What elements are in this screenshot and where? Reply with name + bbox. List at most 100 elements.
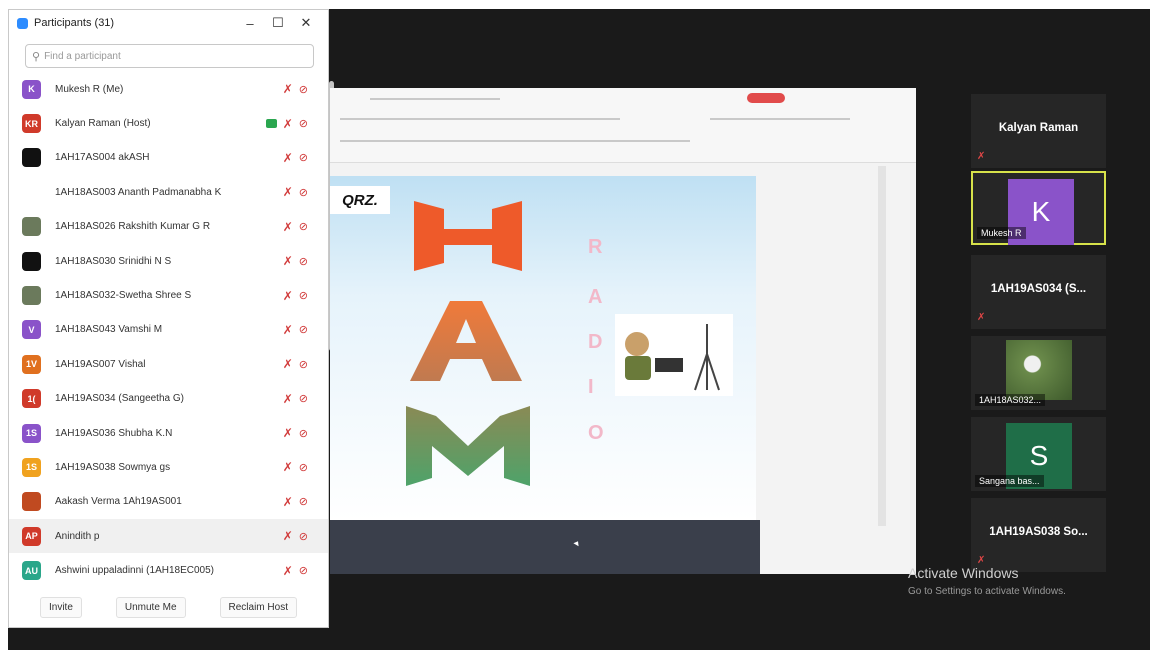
participant-list: K Mukesh R (Me) ✗ ⊘ KR Kalyan Raman (Host) ✗ ⊘ 1… [9, 72, 328, 588]
participant-row[interactable]: AU Ashwini uppaladinni (1AH18EC005) ✗ ⊘ [9, 553, 328, 587]
participant-name: Kalyan Raman (Host) [55, 118, 151, 130]
muted-mic-icon[interactable]: ✗ [283, 151, 293, 165]
video-off-icon[interactable]: ⊘ [299, 495, 308, 508]
participant-row[interactable]: 1S 1AH19AS038 Sowmya gs ✗ ⊘ [9, 450, 328, 484]
screen-share-icon [265, 119, 277, 129]
video-off-icon[interactable]: ⊘ [299, 186, 308, 199]
participant-row[interactable]: V 1AH18AS043 Vamshi M ✗ ⊘ [9, 313, 328, 347]
video-off-icon[interactable]: ⊘ [299, 117, 308, 130]
search-placeholder: Find a participant [44, 50, 121, 62]
video-off-icon[interactable]: ⊘ [299, 220, 308, 233]
muted-mic-icon[interactable]: ✗ [283, 495, 293, 509]
muted-mic-icon[interactable]: ✗ [283, 460, 293, 474]
close-icon[interactable]: ✕ [292, 15, 320, 31]
muted-mic-icon[interactable]: ✗ [283, 289, 293, 303]
document-scrollbar[interactable] [878, 166, 886, 526]
muted-mic-icon[interactable]: ✗ [283, 117, 293, 131]
participant-row[interactable]: Aakash Verma 1Ah19AS001 ✗ ⊘ [9, 485, 328, 519]
doc-red-button[interactable] [747, 93, 785, 103]
video-off-icon[interactable]: ⊘ [299, 392, 308, 405]
participant-status-icons: ✗ ⊘ [283, 220, 308, 234]
ham-letter-h [414, 201, 522, 271]
activate-windows-title: Activate Windows [908, 565, 1019, 581]
muted-mic-icon[interactable]: ✗ [283, 82, 293, 96]
participant-row[interactable]: 1AH18AS032-Swetha Shree S ✗ ⊘ [9, 278, 328, 312]
participant-status-icons: ✗ ⊘ [283, 323, 308, 337]
participant-avatar: K [22, 79, 41, 99]
video-tile[interactable]: 1AH19AS034 (S... ✗ [971, 255, 1106, 329]
participant-status-icons: ✗ ⊘ [283, 254, 308, 268]
video-tile[interactable]: S Sangana bas... [971, 417, 1106, 491]
unmute-me-button[interactable]: Unmute Me [115, 596, 186, 618]
search-icon: ⚲ [32, 50, 41, 63]
video-tile[interactable]: 1AH19AS038 So... ✗ [971, 498, 1106, 572]
participant-row[interactable]: AP Anindith p ✗ ⊘ [9, 519, 328, 554]
muted-mic-icon: ✗ [977, 151, 986, 162]
reclaim-host-button[interactable]: Reclaim Host [219, 596, 297, 618]
participant-name: Ashwini uppaladinni (1AH18EC005) [55, 565, 214, 577]
radio-letter-a: A [588, 286, 603, 308]
muted-mic-icon[interactable]: ✗ [283, 426, 293, 440]
muted-mic-icon[interactable]: ✗ [283, 529, 293, 543]
video-tile[interactable]: Kalyan Raman ✗ [971, 94, 1106, 168]
muted-mic-icon[interactable]: ✗ [283, 392, 293, 406]
participant-row[interactable]: K Mukesh R (Me) ✗ ⊘ [9, 72, 328, 106]
video-tile-name: 1AH19AS038 So... [989, 526, 1088, 538]
participant-name: 1AH18AS032-Swetha Shree S [55, 290, 192, 302]
participant-name: 1AH19AS038 Sowmya gs [55, 461, 171, 473]
video-off-icon[interactable]: ⊘ [299, 461, 308, 474]
participant-avatar: 1V [22, 354, 41, 374]
participant-row[interactable]: 1(1AH19AS034 (Sangeetha G) ✗ ⊘ [9, 382, 328, 416]
participant-status-icons: ✗ ⊘ [283, 426, 308, 440]
participant-row[interactable]: KR Kalyan Raman (Host) ✗ ⊘ [9, 106, 328, 140]
participant-row[interactable]: 1AH18AS003 Ananth Padmanabha K ✗ ⊘ [9, 175, 328, 209]
participant-row[interactable]: 1V 1AH19AS007 Vishal ✗ ⊘ [9, 347, 328, 381]
panel-title: Participants (31) [34, 17, 115, 29]
video-off-icon[interactable]: ⊘ [299, 83, 308, 96]
video-off-icon[interactable]: ⊘ [299, 151, 308, 164]
video-tile-label: Sangana bas... [975, 475, 1044, 487]
participant-row[interactable]: 1S 1AH19AS036 Shubha K.N ✗ ⊘ [9, 416, 328, 450]
participant-avatar: 1S [22, 457, 41, 477]
minimize-icon[interactable]: – [236, 16, 264, 31]
video-tile-name: Kalyan Raman [998, 122, 1079, 134]
participant-search-input[interactable]: ⚲ Find a participant [25, 44, 314, 68]
video-off-icon[interactable]: ⊘ [299, 255, 308, 268]
video-tile[interactable]: 1AH18AS032... [971, 336, 1106, 410]
participant-name: Mukesh R (Me) [55, 83, 124, 95]
radio-operator-image [615, 314, 733, 396]
video-tile-label: Mukesh R [977, 227, 1026, 239]
muted-mic-icon[interactable]: ✗ [283, 357, 293, 371]
participant-avatar: AP [22, 526, 41, 546]
invite-button[interactable]: Invite [39, 596, 82, 618]
participant-row[interactable]: 1AH18AS026 Rakshith Kumar G R ✗ ⊘ [9, 210, 328, 244]
participant-name: 1AH18AS003 Ananth Padmanabha K [55, 186, 222, 198]
participant-avatar [22, 148, 41, 168]
document-toolbar [330, 88, 916, 163]
activate-windows-subtitle: Go to Settings to activate Windows. [908, 586, 1066, 597]
slide-bottom-band [330, 520, 760, 574]
participant-row[interactable]: 1AH18AS030 Srinidhi N S ✗ ⊘ [9, 244, 328, 278]
muted-mic-icon[interactable]: ✗ [283, 220, 293, 234]
maximize-icon[interactable]: ☐ [264, 15, 292, 31]
participants-panel: Participants (31) – ☐ ✕ ⚲ Find a partici… [8, 9, 334, 628]
video-off-icon[interactable]: ⊘ [299, 530, 308, 543]
muted-mic-icon[interactable]: ✗ [283, 323, 293, 337]
participant-name: 1AH19AS007 Vishal [55, 358, 146, 370]
video-off-icon[interactable]: ⊘ [299, 323, 308, 336]
muted-mic-icon[interactable]: ✗ [283, 254, 293, 268]
muted-mic-icon[interactable]: ✗ [283, 185, 293, 199]
participant-name: 1AH19AS036 Shubha K.N [55, 427, 173, 439]
video-off-icon[interactable]: ⊘ [299, 427, 308, 440]
video-off-icon[interactable]: ⊘ [299, 289, 308, 302]
video-tile-label: 1AH18AS032... [975, 394, 1046, 406]
muted-mic-icon[interactable]: ✗ [283, 564, 293, 578]
participant-avatar [22, 251, 41, 271]
participant-row[interactable]: 1AH17AS004 akASH ✗ ⊘ [9, 141, 328, 175]
video-off-icon[interactable]: ⊘ [299, 358, 308, 371]
participant-status-icons: ✗ ⊘ [283, 495, 308, 509]
participant-status-icons: ✗ ⊘ [283, 185, 308, 199]
video-tile[interactable]: K Mukesh R [971, 171, 1106, 245]
video-off-icon[interactable]: ⊘ [299, 564, 308, 577]
participant-status-icons: ✗ ⊘ [283, 460, 308, 474]
